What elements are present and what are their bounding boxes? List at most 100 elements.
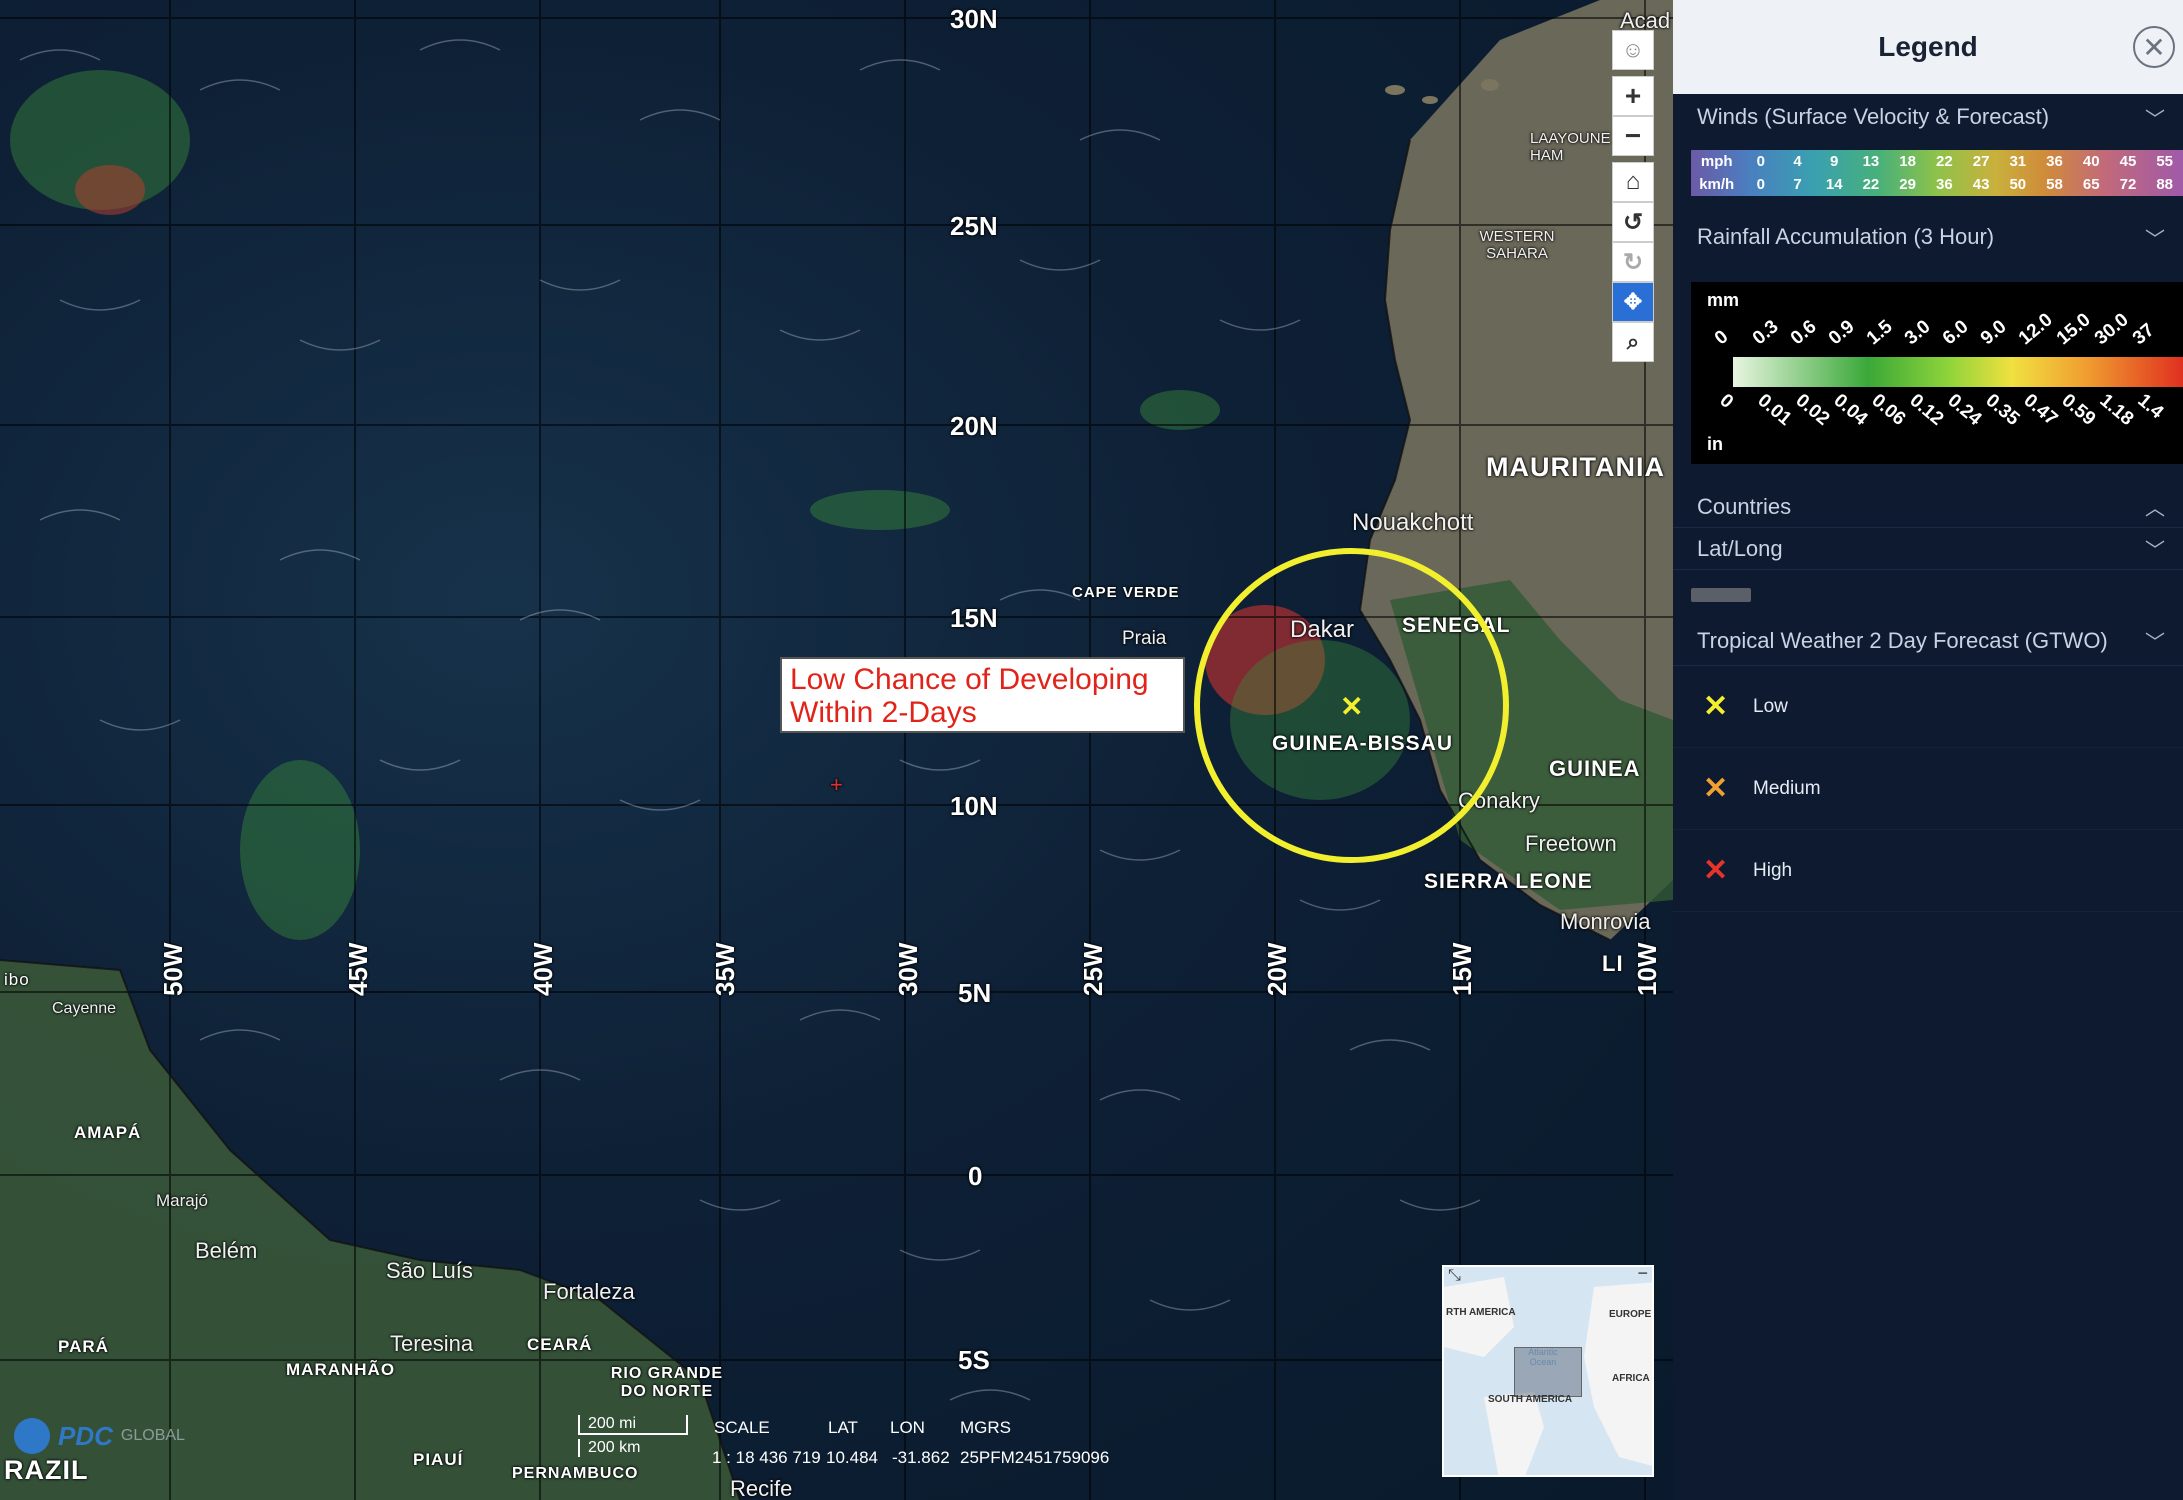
minimap-expand-icon[interactable]: ⤡ (1448, 1267, 1461, 1285)
close-icon[interactable]: ✕ (2133, 26, 2175, 68)
legend-panel: Legend ✕ Winds (Surface Velocity & Forec… (1673, 0, 2183, 1500)
pdc-logo-text: PDC (58, 1420, 113, 1451)
chevron-down-icon[interactable]: ﹀ (2145, 626, 2165, 655)
winds-kmh-row: km/h 0 7 14 22 29 36 43 50 58 65 72 88 (1691, 173, 2183, 196)
country-sierra-leone: SIERRA LEONE (1424, 870, 1593, 893)
gtwo-label-medium: Medium (1753, 777, 1821, 799)
high-x-icon: ✕ (1703, 854, 1729, 887)
lat-label-10n: 10N (950, 791, 998, 821)
section-winds-title: Winds (Surface Velocity & Forecast) (1697, 104, 2050, 129)
scale-bar-km: 200 km (578, 1439, 688, 1457)
lon-label-15w: 15W (1447, 942, 1477, 996)
rainfall-mm-tick: 0 (1710, 326, 1733, 350)
winds-kmh-value: 50 (2009, 176, 2027, 193)
winds-mph-value: 4 (1793, 153, 1802, 170)
rainfall-mm-tick: 6.0 (1938, 316, 1973, 350)
zoom-out-icon[interactable]: − (1612, 116, 1654, 156)
rainfall-mm-tick: 0.6 (1786, 316, 1821, 350)
minimap-atlantic: Atlantic Ocean (1528, 1347, 1558, 1367)
place-fortaleza: Fortaleza (543, 1279, 635, 1304)
winds-mph-value: 45 (2119, 153, 2137, 170)
place-nouakchott: Nouakchott (1352, 509, 1474, 536)
rainfall-in-tick: 0.47 (2019, 390, 2062, 430)
place-recife: Recife (730, 1476, 793, 1500)
crosshair-icon: + (830, 772, 843, 797)
place-praia: Praia (1122, 628, 1167, 649)
home-icon[interactable]: ⌂ (1612, 162, 1654, 202)
winds-kmh-value: 36 (1936, 176, 1953, 193)
gtwo-label-high: High (1753, 859, 1793, 881)
zoom-in-icon[interactable]: + (1612, 76, 1654, 116)
rainfall-in-tick: 0.06 (1867, 390, 1910, 430)
rainfall-mm-label: mm (1707, 290, 1740, 310)
chevron-up-icon[interactable]: ︿ (2145, 492, 2165, 521)
winds-mph-value: 22 (1936, 153, 1953, 170)
winds-kmh-value: 72 (2119, 176, 2137, 193)
section-rainfall[interactable]: Rainfall Accumulation (3 Hour) ﹀ (1673, 214, 2183, 260)
place-monrovia: Monrovia (1560, 909, 1651, 934)
place-western-sahara: WESTERN SAHARA (1479, 228, 1555, 262)
lat-label: LAT (828, 1418, 858, 1437)
rainfall-in-label: in (1707, 434, 1723, 454)
rainfall-mm-tick: 37 (2128, 319, 2159, 350)
section-rainfall-title: Rainfall Accumulation (3 Hour) (1697, 224, 1995, 249)
winds-color-scale: mph 0 4 9 13 18 22 27 31 36 40 45 55 km/… (1691, 150, 2183, 196)
rainfall-mm-tick: 12.0 (2014, 309, 2057, 350)
winds-mph-value: 0 (1756, 153, 1765, 170)
lat-label-15n: 15N (950, 603, 998, 633)
chevron-down-icon[interactable]: ﹀ (2145, 534, 2165, 563)
chevron-down-icon[interactable]: ﹀ (2145, 103, 2165, 132)
winds-mph-value: 27 (1972, 153, 1990, 170)
winds-kmh-value: 58 (2046, 176, 2063, 193)
section-countries-title: Countries (1697, 493, 1792, 519)
mgrs-value: 25PFM2451759096 (960, 1448, 1110, 1467)
pdc-logo-icon (14, 1418, 50, 1454)
section-gtwo[interactable]: Tropical Weather 2 Day Forecast (GTWO) ﹀ (1673, 616, 2183, 666)
winds-kmh-value: 88 (2156, 176, 2174, 193)
winds-kmh-value: 22 (1862, 176, 1880, 193)
person-icon[interactable]: ☺ (1612, 30, 1654, 70)
section-winds[interactable]: Winds (Surface Velocity & Forecast) ﹀ (1673, 94, 2183, 140)
pdc-logo-global: GLOBAL (120, 1427, 185, 1444)
lon-label-25w: 25W (1078, 942, 1108, 996)
rainfall-in-tick: 0.59 (2057, 390, 2100, 430)
map-view[interactable]: 30N 25N 20N 15N 10N 5N 0 5S 50W 45W 40W … (0, 0, 1673, 1500)
winds-kmh-label: km/h (1699, 176, 1735, 193)
low-x-icon: ✕ (1703, 690, 1729, 723)
zoom-box-icon[interactable]: ⌕ (1612, 322, 1654, 362)
callout-line-1: Low Chance of Developing (790, 663, 1149, 696)
place-cayenne: Cayenne (52, 1000, 117, 1017)
gtwo-label-low: Low (1753, 695, 1788, 717)
scale-bar-mi: 200 mi (578, 1415, 688, 1435)
legend-header: Legend ✕ (1673, 0, 2183, 94)
section-latlong[interactable]: Lat/Long ﹀ (1673, 528, 2183, 570)
overview-minimap[interactable]: RTH AMERICA EUROPE Atlantic Ocean AFRICA… (1442, 1265, 1654, 1477)
lon-label: LON (890, 1418, 925, 1437)
rainfall-mm-tick: 1.5 (1862, 316, 1897, 350)
chevron-down-icon[interactable]: ﹀ (2145, 223, 2165, 252)
rotate-left-icon[interactable]: ↺ (1612, 202, 1654, 242)
rainfall-mm-tick: 9.0 (1976, 316, 2011, 350)
mgrs-label: MGRS (960, 1418, 1011, 1437)
pdc-logo: PDC GLOBAL (14, 1418, 185, 1454)
lon-label-20w: 20W (1262, 942, 1292, 996)
rainfall-mm-tick: 0.3 (1748, 316, 1783, 350)
medium-x-icon: ✕ (1703, 772, 1729, 805)
gtwo-low-marker-icon[interactable]: ✕ (1340, 690, 1363, 723)
latlong-swatch (1691, 588, 1751, 602)
lat-label-25n: 25N (950, 211, 998, 241)
winds-mph-label: mph (1700, 153, 1733, 170)
rotate-right-icon[interactable]: ↻ (1612, 242, 1654, 282)
lon-label-45w: 45W (343, 942, 373, 996)
section-countries[interactable]: Countries ︿ (1673, 486, 2183, 528)
winds-kmh-value: 14 (1825, 176, 1843, 193)
scale-bar: 200 mi 200 km (578, 1415, 688, 1457)
rainfall-gradient (1733, 357, 2183, 387)
section-gtwo-title: Tropical Weather 2 Day Forecast (GTWO) (1697, 627, 2108, 653)
winds-kmh-value: 29 (1899, 176, 1916, 193)
minimap-south-america: SOUTH AMERICA (1488, 1394, 1573, 1405)
minimap-africa: AFRICA (1612, 1373, 1650, 1384)
minimap-collapse-icon[interactable]: − (1637, 1267, 1648, 1284)
pan-icon[interactable]: ✥ (1612, 282, 1654, 322)
country-cape-verde: CAPE VERDE (1072, 584, 1180, 601)
